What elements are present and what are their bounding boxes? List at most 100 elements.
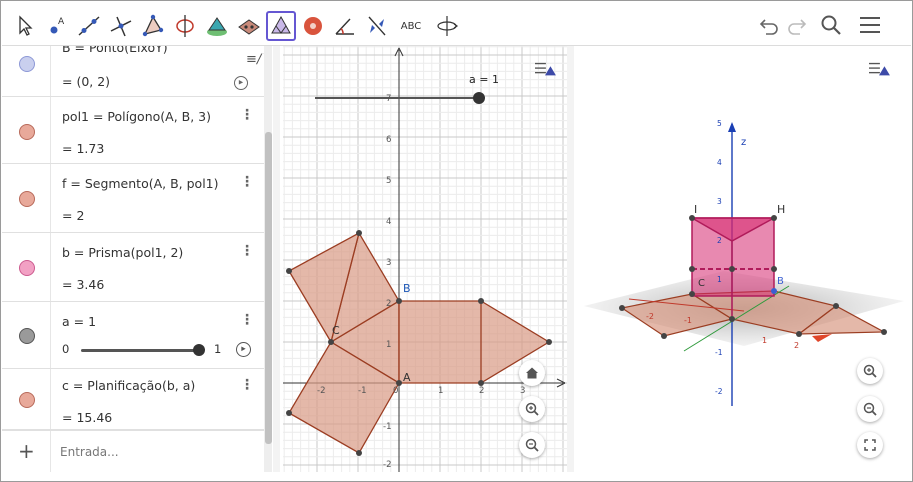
menu-icon[interactable] [856, 12, 884, 38]
net3d-vertex[interactable] [689, 291, 695, 297]
row-divider [50, 233, 51, 301]
row-divider [50, 46, 51, 96]
net3d-vertex[interactable] [796, 331, 802, 337]
net3d-vertex[interactable] [661, 333, 667, 339]
net-vertex[interactable] [356, 450, 362, 456]
y-tick-label: 3 [386, 258, 392, 268]
point-C[interactable] [328, 339, 334, 345]
y-tick-label: 2 [386, 299, 392, 309]
panel-divider[interactable] [273, 46, 280, 472]
graphics-2d-view[interactable]: a = 1 A B C -2 -1 0 1 2 3 7 6 5 4 3 2 1 … [283, 46, 567, 472]
net3d-vertex[interactable] [729, 316, 735, 322]
graphics-slider-label: a = 1 [469, 73, 499, 86]
graphics-style-bar-icon[interactable] [531, 58, 559, 80]
perpendicular-icon[interactable] [106, 11, 136, 41]
net-vertex[interactable] [286, 410, 292, 416]
visibility-toggle-icon[interactable] [19, 56, 35, 72]
more-options-icon[interactable]: ⋮ [240, 107, 254, 123]
graphics-3d-style-bar-icon[interactable] [865, 58, 893, 80]
fullscreen-icon[interactable] [857, 432, 883, 458]
circle-axis-icon[interactable] [170, 11, 200, 41]
point-B-3d[interactable] [771, 288, 777, 294]
play-icon[interactable] [234, 76, 248, 90]
net-vertex[interactable] [286, 268, 292, 274]
algebra-row-a[interactable]: a = 1 ⋮ 0 1 [2, 302, 264, 369]
visibility-toggle-icon[interactable] [19, 260, 35, 276]
point-H-label: H [777, 203, 786, 216]
text-icon[interactable]: ABC [394, 11, 428, 41]
zoom-out-icon[interactable] [857, 396, 883, 422]
redo-icon[interactable] [783, 12, 811, 38]
more-options-icon[interactable]: ⋮ [240, 377, 254, 393]
slider-track[interactable] [81, 349, 199, 352]
input-field[interactable]: Entrada... [60, 445, 119, 459]
play-icon[interactable] [236, 342, 251, 357]
net-vertex[interactable] [356, 230, 362, 236]
net3d-vertex[interactable] [619, 305, 625, 311]
visibility-toggle-icon[interactable] [19, 191, 35, 207]
prism-vertex[interactable] [729, 266, 735, 272]
point-A-label: A [403, 371, 411, 384]
algebra-scrollbar[interactable] [264, 46, 272, 472]
more-options-icon[interactable]: ⋮ [240, 174, 254, 190]
row-divider [50, 431, 51, 472]
input-bar[interactable]: + Entrada... [2, 430, 264, 472]
visibility-toggle-icon[interactable] [19, 328, 35, 344]
algebra-definition: c = Planificação(b, a) [62, 378, 196, 393]
net-vertex[interactable] [546, 339, 552, 345]
pyramid-icon[interactable] [202, 11, 232, 41]
algebra-row-c[interactable]: c = Planificação(b, a) = 15.46 ⋮ [2, 369, 264, 430]
prism-vertex[interactable] [771, 266, 777, 272]
y-tick-label: -2 [383, 460, 392, 470]
z-tick-label: -2 [715, 387, 723, 396]
visibility-toggle-icon[interactable] [19, 124, 35, 140]
row-divider [50, 97, 51, 163]
move-icon[interactable] [10, 11, 40, 41]
algebra-value: = (0, 2) [62, 74, 111, 89]
polygon-icon[interactable] [138, 11, 168, 41]
visibility-toggle-icon[interactable] [19, 392, 35, 408]
graphics-3d-view[interactable]: z 5 4 3 2 1 -1 -2 I H B C -2 -1 1 2 [574, 46, 911, 472]
algebra-row-f[interactable]: f = Segmento(A, B, pol1) = 2 ⋮ [2, 164, 264, 233]
net-vertex[interactable] [478, 298, 484, 304]
point-B-label: B [403, 282, 411, 295]
line-icon[interactable] [74, 11, 104, 41]
net3d-vertex[interactable] [833, 303, 839, 309]
sphere-icon[interactable] [298, 11, 328, 41]
x-axis-arrow [812, 334, 832, 342]
scrollbar-thumb[interactable] [265, 132, 272, 444]
zoom-in-icon[interactable] [519, 396, 545, 422]
undo-icon[interactable] [755, 12, 783, 38]
search-icon[interactable] [817, 12, 845, 38]
algebra-definition: B = Ponto(EixoY) [62, 46, 168, 55]
more-options-icon[interactable]: ⋮ [240, 243, 254, 259]
more-options-icon[interactable]: ⋮ [240, 312, 254, 328]
x-tick-label: 0 [393, 386, 399, 396]
algebra-row-b[interactable]: b = Prisma(pol1, 2) = 3.46 ⋮ [2, 233, 264, 302]
slider-min-label: 0 [62, 342, 70, 356]
zoom-out-icon[interactable] [519, 432, 545, 458]
point-B[interactable] [396, 298, 402, 304]
x-tick-label: -1 [358, 386, 367, 396]
net-icon[interactable] [266, 11, 296, 41]
reflect-icon[interactable] [362, 11, 392, 41]
z-tick-label: 3 [717, 197, 722, 206]
point-icon[interactable]: A [42, 11, 72, 41]
net3d-vertex[interactable] [881, 329, 887, 335]
x-tick-label: -1 [684, 316, 692, 325]
algebra-row-pol1[interactable]: pol1 = Polígono(A, B, 3) = 1.73 ⋮ [2, 97, 264, 164]
intersect-icon[interactable] [234, 11, 264, 41]
slider-max-label: 1 [214, 342, 222, 356]
angle-icon[interactable] [330, 11, 360, 41]
home-icon[interactable] [519, 360, 545, 386]
graphics-slider-thumb[interactable] [473, 92, 485, 104]
panel-divider[interactable] [567, 46, 574, 472]
add-icon[interactable]: + [18, 439, 35, 463]
slider-thumb[interactable] [193, 344, 205, 356]
x-tick-label: 2 [479, 386, 485, 396]
point-B-3d-label: B [777, 276, 784, 287]
algebra-row-B[interactable]: B = Ponto(EixoY) = (0, 2) ≡∕∖ [2, 46, 270, 97]
prism-vertex[interactable] [689, 266, 695, 272]
zoom-in-icon[interactable] [857, 358, 883, 384]
rotate-view-icon[interactable] [432, 11, 462, 41]
